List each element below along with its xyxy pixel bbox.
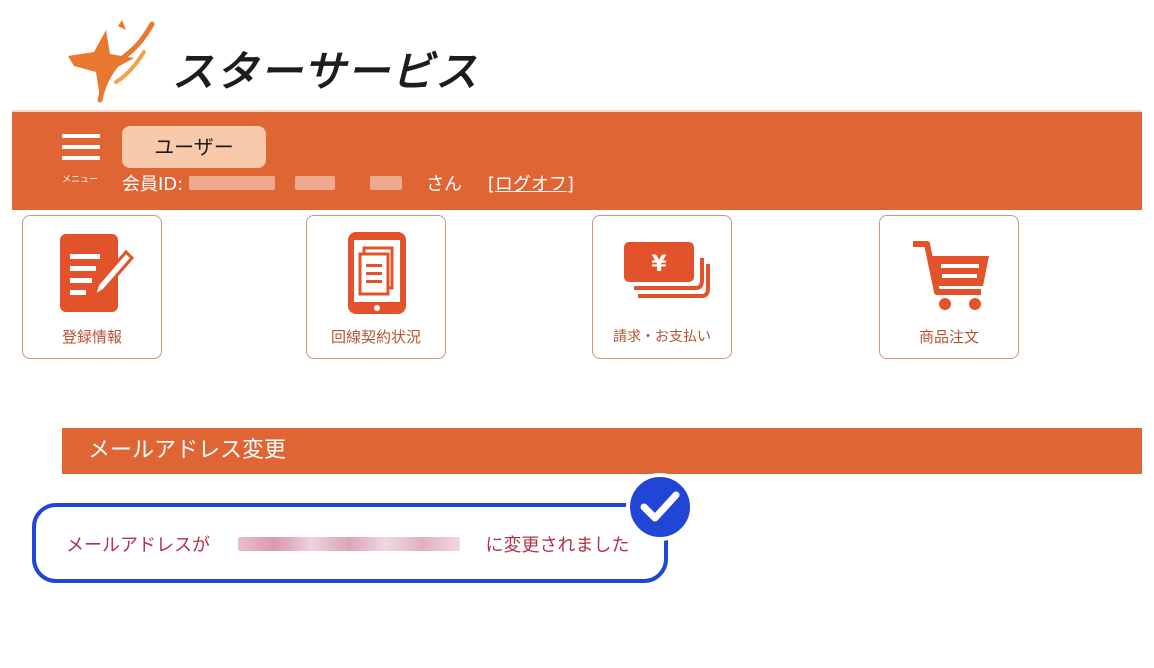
member-info: 会員ID: さん [ログオフ] <box>122 170 574 196</box>
brand-name: スターサービス <box>172 47 480 96</box>
yen-bills-icon: ¥ <box>624 242 710 298</box>
notice-message: メールアドレスが に変更されました <box>66 531 629 557</box>
hamburger-menu-icon[interactable] <box>62 134 100 164</box>
tile-registration-info[interactable]: 登録情報 <box>22 215 162 359</box>
header-bar: メニュー ユーザー 会員ID: さん [ログオフ] <box>12 110 1142 210</box>
notice-suffix: に変更されました <box>485 535 630 556</box>
star-swoosh-logo-icon <box>68 20 155 103</box>
tile-product-order[interactable]: 商品注文 <box>879 215 1019 359</box>
member-id-redacted <box>188 176 275 190</box>
svg-text:¥: ¥ <box>651 252 667 277</box>
success-notice: メールアドレスが に変更されました <box>32 503 668 583</box>
tile-line-contract-status[interactable]: 回線契約状況 <box>306 215 446 359</box>
tile-label: 回線契約状況 <box>330 328 421 346</box>
tile-label: 商品注文 <box>918 328 979 346</box>
email-redacted <box>237 537 460 551</box>
edit-document-icon <box>60 234 134 312</box>
logoff-link[interactable]: [ログオフ] <box>488 170 574 196</box>
member-id-label: 会員ID: <box>122 174 184 195</box>
tile-billing-payment[interactable]: ¥ 請求・お支払い <box>592 215 732 359</box>
check-circle-icon <box>626 473 694 541</box>
tablet-documents-icon <box>348 232 406 314</box>
section-heading: メールアドレス変更 <box>62 428 1142 474</box>
role-badge: ユーザー <box>122 126 266 168</box>
member-name-redacted <box>370 176 403 190</box>
tile-label: 登録情報 <box>61 328 122 346</box>
shopping-cart-icon <box>913 241 989 310</box>
brand-logo: スターサービス <box>60 12 480 108</box>
tile-label: 請求・お支払い <box>613 329 711 345</box>
notice-prefix: メールアドレスが <box>66 535 210 556</box>
menu-caption: メニュー <box>62 175 99 185</box>
member-id-redacted <box>294 176 335 190</box>
member-honorific: さん <box>426 174 463 195</box>
